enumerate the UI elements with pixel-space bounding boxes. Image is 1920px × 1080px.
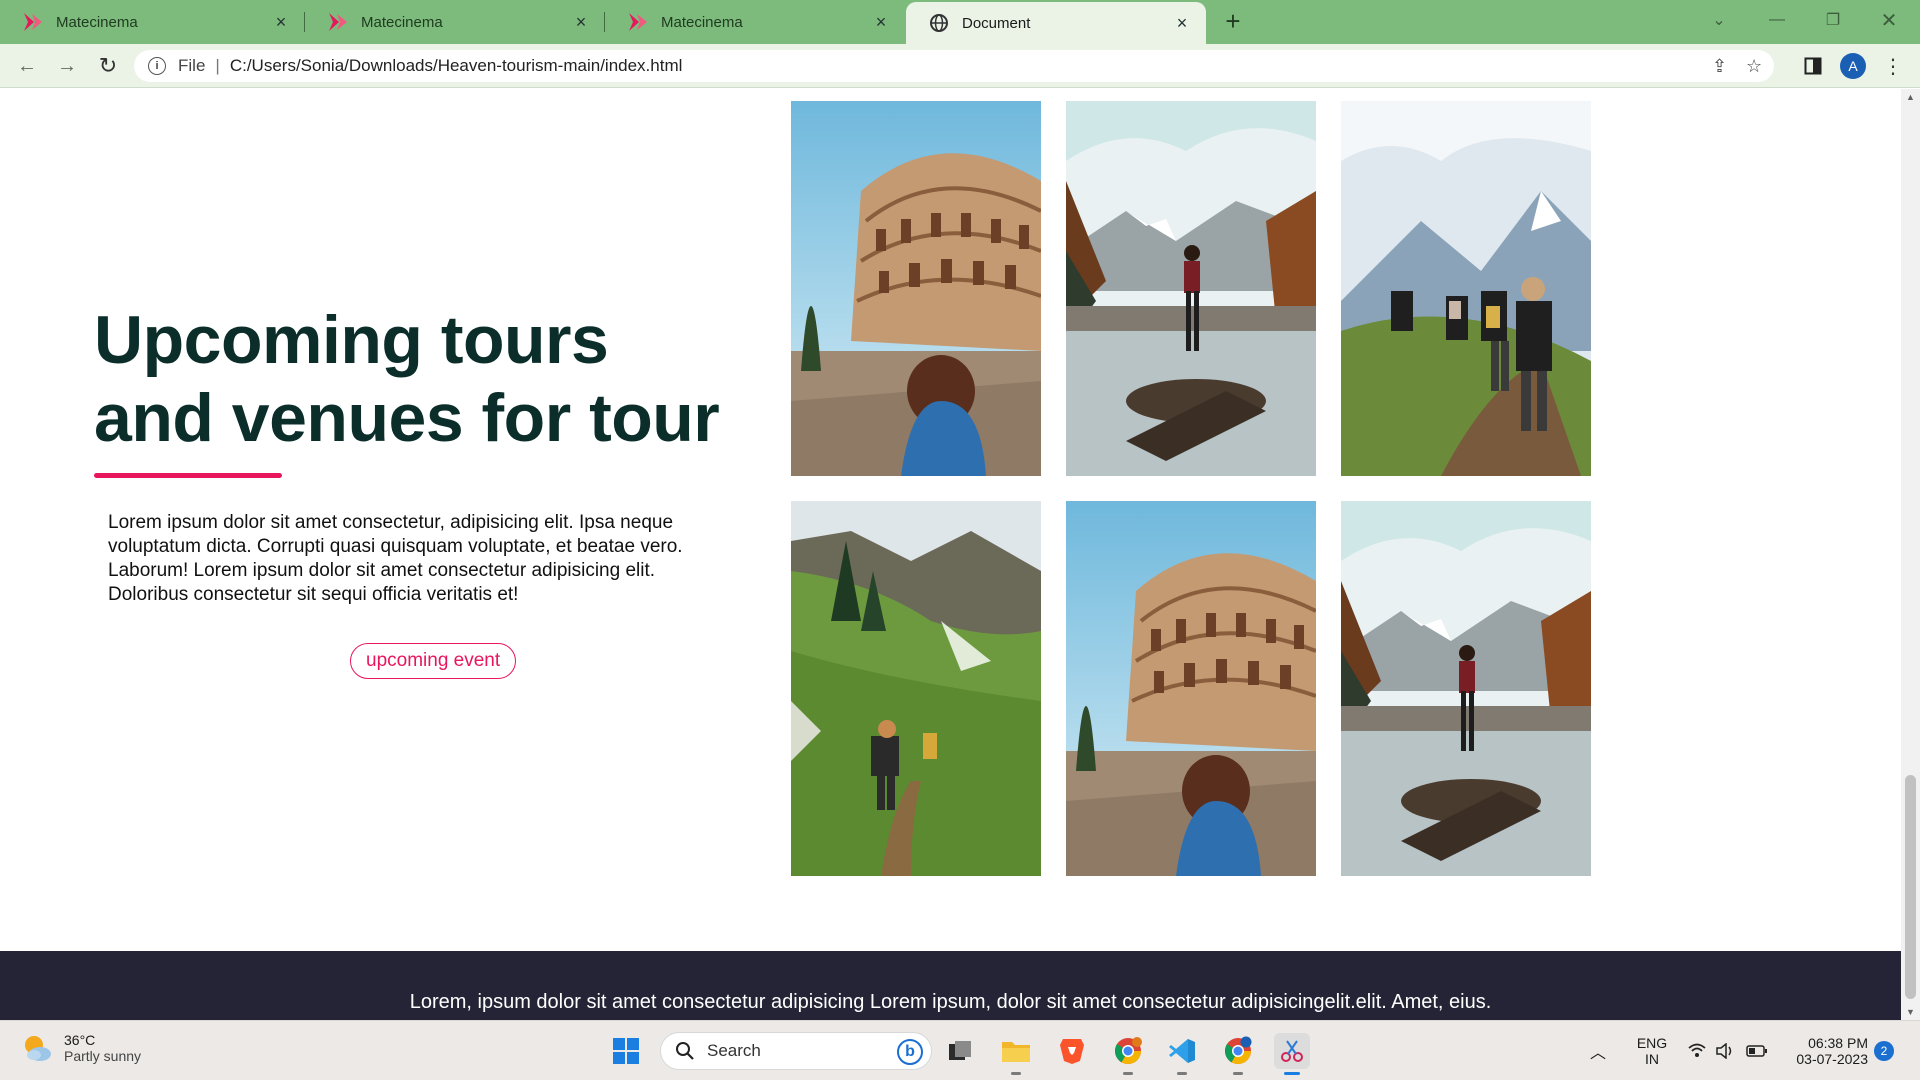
headline-underline: [94, 473, 282, 478]
weather-description: Partly sunny: [64, 1048, 142, 1064]
clock-time: 06:38 PM: [1808, 1035, 1868, 1051]
page-viewport: Upcoming tours and venues for tour Lorem…: [0, 89, 1901, 1020]
running-indicator: [1177, 1072, 1187, 1075]
windows-start-icon[interactable]: [608, 1033, 644, 1069]
browser-tab[interactable]: Matecinema ×: [0, 0, 305, 44]
bing-icon[interactable]: b: [897, 1039, 923, 1065]
language-code: ENG: [1636, 1035, 1668, 1051]
browser-toolbar: ← → ↻ i File | C:/Users/Sonia/Downloads/…: [0, 44, 1920, 88]
chrome-profile-icon[interactable]: [1220, 1033, 1256, 1075]
gallery-photo-lake-reflection: [1341, 501, 1591, 876]
notification-badge: 2: [1874, 1041, 1894, 1061]
tab-close-icon[interactable]: ×: [871, 12, 891, 32]
reload-icon[interactable]: ↻: [93, 52, 123, 80]
site-info-icon[interactable]: i: [148, 57, 166, 75]
tab-title: Document: [962, 14, 1031, 32]
footer-text: Lorem, ipsum dolor sit amet consectetur …: [409, 991, 1492, 1013]
maximize-icon[interactable]: ❐: [1808, 0, 1858, 40]
scrollbar-thumb[interactable]: [1905, 775, 1916, 999]
omnibox-divider: |: [215, 56, 220, 75]
weather-widget[interactable]: 36°C Partly sunny: [20, 1031, 141, 1065]
menu-kebab-icon[interactable]: ⋮: [1880, 54, 1906, 78]
page-scrollbar[interactable]: ▲ ▼: [1901, 89, 1920, 1020]
tab-close-icon[interactable]: ×: [1172, 13, 1192, 33]
system-clock[interactable]: 06:38 PM 03-07-2023: [1784, 1021, 1868, 1080]
profile-initial: A: [1840, 53, 1866, 79]
gallery-photo-colosseum: [791, 101, 1041, 476]
search-placeholder: Search: [707, 1041, 761, 1060]
gallery-photo-green-valley: [791, 501, 1041, 876]
globe-icon: [930, 14, 948, 32]
volume-icon[interactable]: [1716, 1021, 1736, 1080]
snipping-tool-icon[interactable]: [1274, 1033, 1310, 1075]
brave-browser-icon[interactable]: [1054, 1033, 1090, 1069]
close-window-icon[interactable]: ✕: [1864, 0, 1914, 40]
running-indicator: [1011, 1072, 1021, 1075]
notification-center[interactable]: 2: [1874, 1021, 1894, 1080]
tab-title: Matecinema: [661, 13, 743, 31]
taskbar-search[interactable]: Search b: [660, 1032, 932, 1070]
search-icon: [676, 1042, 694, 1060]
gallery-photo-colosseum: [1066, 501, 1316, 876]
url-text[interactable]: C:/Users/Sonia/Downloads/Heaven-tourism-…: [230, 56, 683, 76]
battery-icon[interactable]: [1746, 1021, 1768, 1080]
browser-tab-strip: Matecinema × Matecinema × Matecinema × D…: [0, 0, 1920, 44]
section-description: Lorem ipsum dolor sit amet consectetur, …: [108, 512, 683, 605]
minimize-icon[interactable]: —: [1752, 0, 1802, 40]
wifi-icon[interactable]: [1688, 1021, 1706, 1080]
browser-tab[interactable]: Matecinema ×: [305, 0, 605, 44]
section-headline: Upcoming tours and venues for tour: [94, 302, 720, 456]
tab-title: Matecinema: [56, 13, 138, 31]
windows-taskbar: 36°C Partly sunny Search b ︿ ENG IN 06:3…: [0, 1020, 1920, 1080]
tab-search-icon[interactable]: ⌄: [1694, 0, 1744, 40]
browser-tab-active[interactable]: Document ×: [906, 2, 1206, 44]
bookmark-star-icon[interactable]: ☆: [1746, 56, 1762, 77]
side-panel-icon[interactable]: [1800, 54, 1826, 78]
matecinema-favicon-icon: [24, 13, 42, 31]
scheme-label: File: [178, 56, 206, 75]
show-hidden-icons-chevron-icon[interactable]: ︿: [1590, 1021, 1606, 1080]
matecinema-favicon-icon: [629, 13, 647, 31]
address-bar[interactable]: i File | C:/Users/Sonia/Downloads/Heaven…: [134, 50, 1774, 82]
running-indicator: [1123, 1072, 1133, 1075]
tab-close-icon[interactable]: ×: [571, 12, 591, 32]
task-view-icon[interactable]: [942, 1033, 978, 1069]
profile-avatar[interactable]: A: [1840, 53, 1866, 79]
active-indicator: [1284, 1072, 1300, 1075]
weather-temperature: 36°C: [64, 1032, 96, 1048]
running-indicator: [1233, 1072, 1243, 1075]
forward-icon[interactable]: →: [52, 52, 82, 80]
vscode-icon[interactable]: [1164, 1033, 1200, 1075]
gallery-photo-mountain-hikers: [1341, 101, 1591, 476]
gallery-photo-lake-reflection: [1066, 101, 1316, 476]
share-icon[interactable]: ⇪: [1712, 56, 1727, 77]
back-icon[interactable]: ←: [12, 52, 42, 80]
language-region: IN: [1645, 1051, 1659, 1067]
matecinema-favicon-icon: [329, 13, 347, 31]
partly-sunny-icon: [25, 1036, 51, 1061]
browser-tab[interactable]: Matecinema ×: [605, 0, 905, 44]
scroll-down-arrow-icon[interactable]: ▼: [1901, 1004, 1920, 1020]
scroll-up-arrow-icon[interactable]: ▲: [1901, 89, 1920, 105]
tab-close-icon[interactable]: ×: [271, 12, 291, 32]
tab-title: Matecinema: [361, 13, 443, 31]
language-indicator[interactable]: ENG IN: [1634, 1021, 1670, 1080]
upcoming-event-button[interactable]: upcoming event: [350, 643, 517, 679]
new-tab-button[interactable]: +: [1218, 8, 1248, 36]
file-explorer-icon[interactable]: [998, 1033, 1034, 1075]
chrome-icon[interactable]: [1110, 1033, 1146, 1075]
clock-date: 03-07-2023: [1796, 1051, 1868, 1067]
